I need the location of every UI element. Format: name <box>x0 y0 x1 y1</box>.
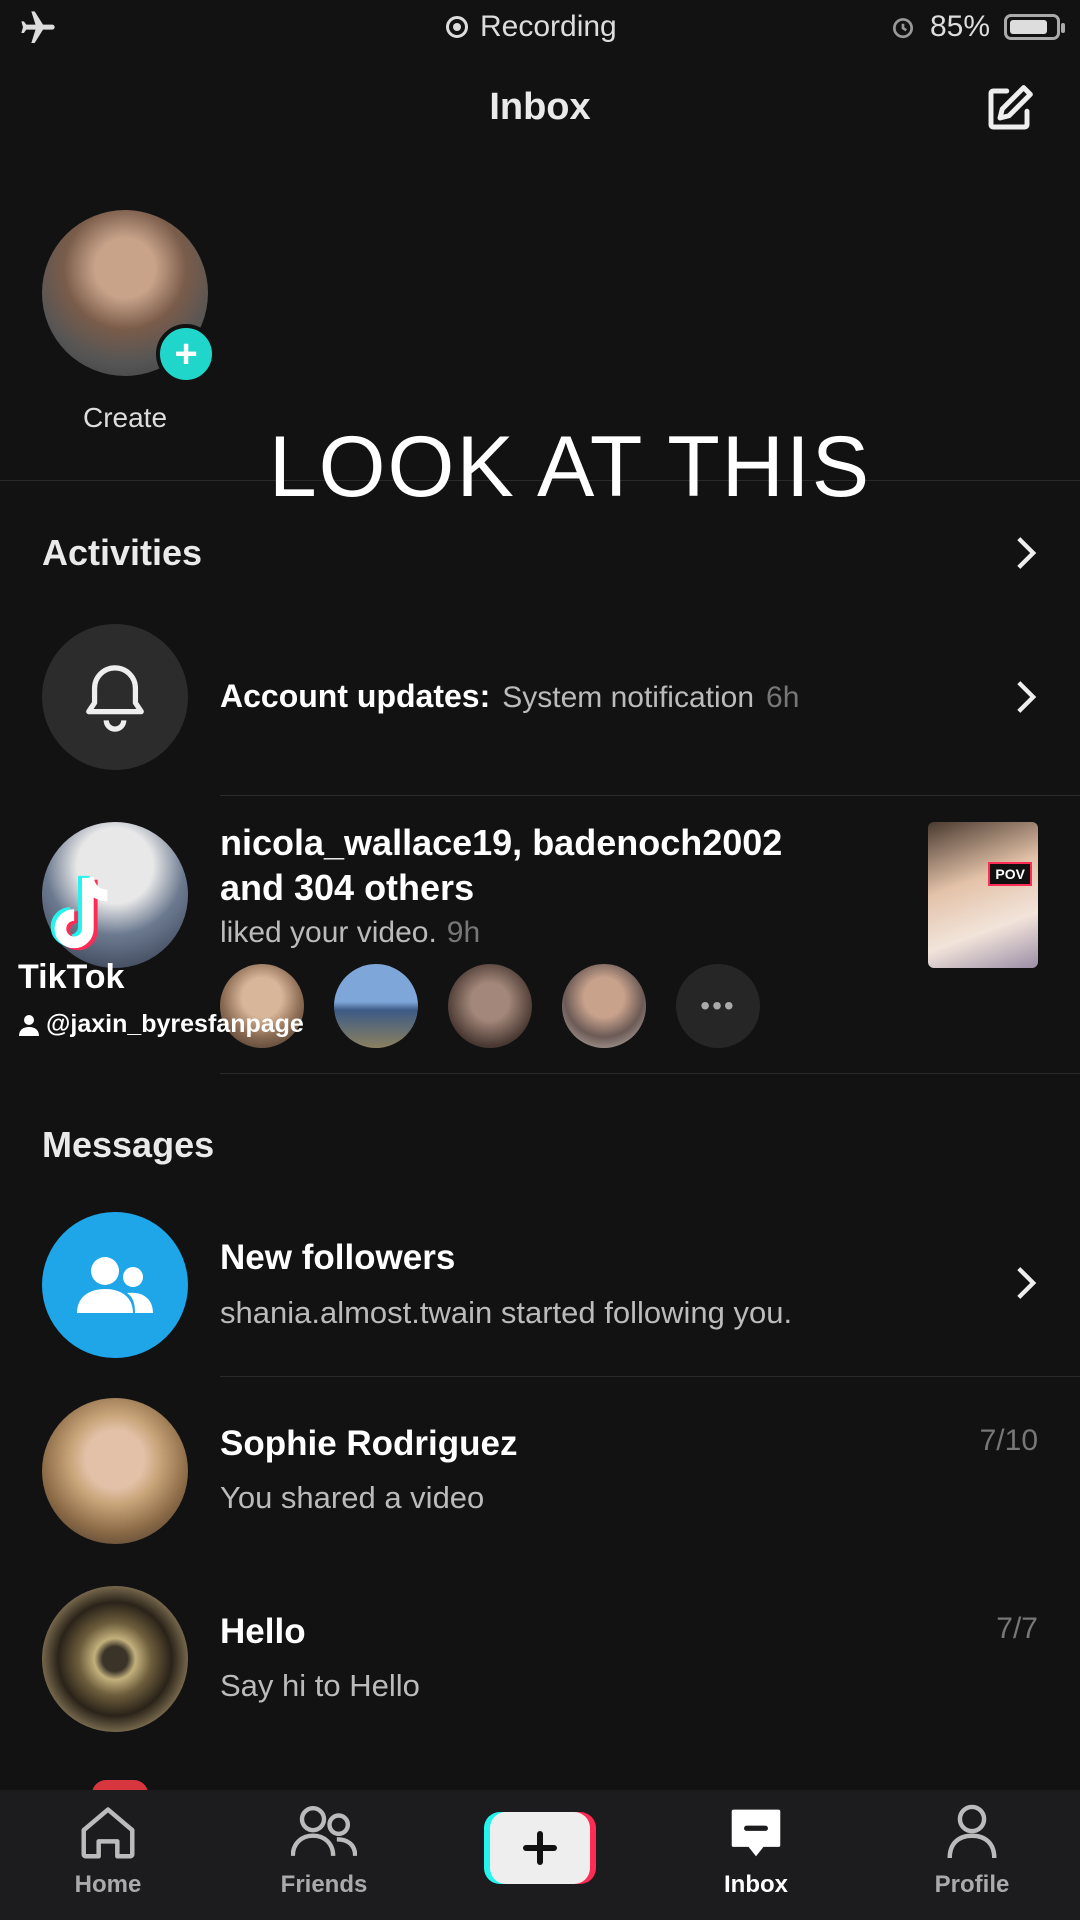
chevron-right-icon[interactable] <box>1014 1265 1038 1301</box>
tab-friends[interactable]: Friends <box>244 1804 404 1899</box>
status-bar: Recording 85% <box>0 0 1080 56</box>
tab-profile[interactable]: Profile <box>892 1804 1052 1899</box>
user-icon <box>19 1014 39 1036</box>
compose-icon[interactable] <box>982 82 1036 136</box>
profile-icon <box>947 1804 997 1859</box>
tab-inbox-label: Inbox <box>724 1871 788 1898</box>
liker-avatar-small[interactable] <box>334 964 418 1048</box>
battery-percent: 85% <box>929 10 990 43</box>
tiktok-watermark-brand: TikTok <box>18 958 125 996</box>
chat-preview: You shared a video <box>220 1480 485 1515</box>
tab-bar: Home Friends Inbox Profile <box>0 1790 1080 1920</box>
chat-preview: Say hi to Hello <box>220 1668 420 1703</box>
bell-icon <box>86 665 144 732</box>
page-title: Inbox <box>489 86 591 128</box>
messages-heading: Messages <box>42 1124 215 1165</box>
account-updates-text: System notification <box>502 681 755 714</box>
divider <box>220 1376 1080 1377</box>
activities-heading: Activities <box>42 532 203 573</box>
liker-avatar-small[interactable] <box>448 964 532 1048</box>
new-followers-title[interactable]: New followers <box>220 1238 455 1278</box>
recording-label: Recording <box>480 10 617 43</box>
divider <box>220 1073 1080 1074</box>
add-story-icon[interactable]: + <box>156 324 216 384</box>
chat-time: 7/7 <box>996 1612 1038 1645</box>
sophie-rodriguez-avatar[interactable] <box>42 1398 188 1544</box>
home-icon <box>81 1807 135 1859</box>
account-updates-time: 6h <box>766 681 800 714</box>
airplane-mode-icon <box>21 11 55 43</box>
tab-inbox[interactable]: Inbox <box>676 1804 836 1899</box>
hello-avatar[interactable] <box>42 1586 188 1732</box>
chevron-right-icon[interactable] <box>1014 679 1038 715</box>
record-icon <box>446 16 468 38</box>
tiktok-watermark-handle: @jaxin_byresfanpage <box>18 1010 304 1039</box>
chat-name[interactable]: Sophie Rodriguez <box>220 1424 518 1464</box>
alarm-icon <box>892 18 913 39</box>
liker-avatar-small[interactable] <box>562 964 646 1048</box>
likes-names-line1[interactable]: nicola_wallace19, badenoch2002 <box>220 822 782 864</box>
likes-time: 9h <box>446 916 481 949</box>
tab-home-label: Home <box>74 1871 142 1898</box>
likes-text-line: liked your video. 9h <box>220 916 480 950</box>
inbox-icon <box>731 1809 781 1857</box>
pov-badge: POV <box>988 862 1032 886</box>
recording-indicator: Recording <box>446 10 617 44</box>
create-video-button[interactable] <box>484 1812 596 1884</box>
status-right: 85% <box>890 10 1065 44</box>
new-followers-preview: shania.almost.twain started following yo… <box>220 1295 793 1330</box>
likes-names-line2[interactable]: and 304 others <box>220 867 474 909</box>
overlay-caption: LOOK AT THIS <box>268 419 872 515</box>
tab-home[interactable]: Home <box>28 1804 188 1899</box>
chat-time: 7/10 <box>979 1424 1038 1457</box>
liked-video-thumbnail[interactable]: POV <box>928 822 1038 968</box>
watermark-handle-text: @jaxin_byresfanpage <box>46 1010 304 1038</box>
account-updates-avatar[interactable] <box>42 624 188 770</box>
tab-profile-label: Profile <box>934 1871 1010 1898</box>
new-followers-avatar[interactable] <box>42 1212 188 1358</box>
battery-icon <box>1004 14 1065 40</box>
tab-friends-label: Friends <box>280 1871 368 1898</box>
followers-icon <box>77 1257 153 1313</box>
tiktok-logo-icon <box>50 875 108 951</box>
chat-name[interactable]: Hello <box>220 1612 306 1652</box>
friends-icon <box>290 1805 358 1856</box>
likes-text: liked your video. <box>220 916 437 949</box>
account-updates-row[interactable]: Account updates: System notification 6h <box>220 678 799 715</box>
more-likers-icon[interactable]: ••• <box>676 964 760 1048</box>
divider <box>220 795 1080 796</box>
account-updates-label: Account updates: <box>220 678 491 714</box>
chevron-right-icon[interactable] <box>1014 535 1038 571</box>
